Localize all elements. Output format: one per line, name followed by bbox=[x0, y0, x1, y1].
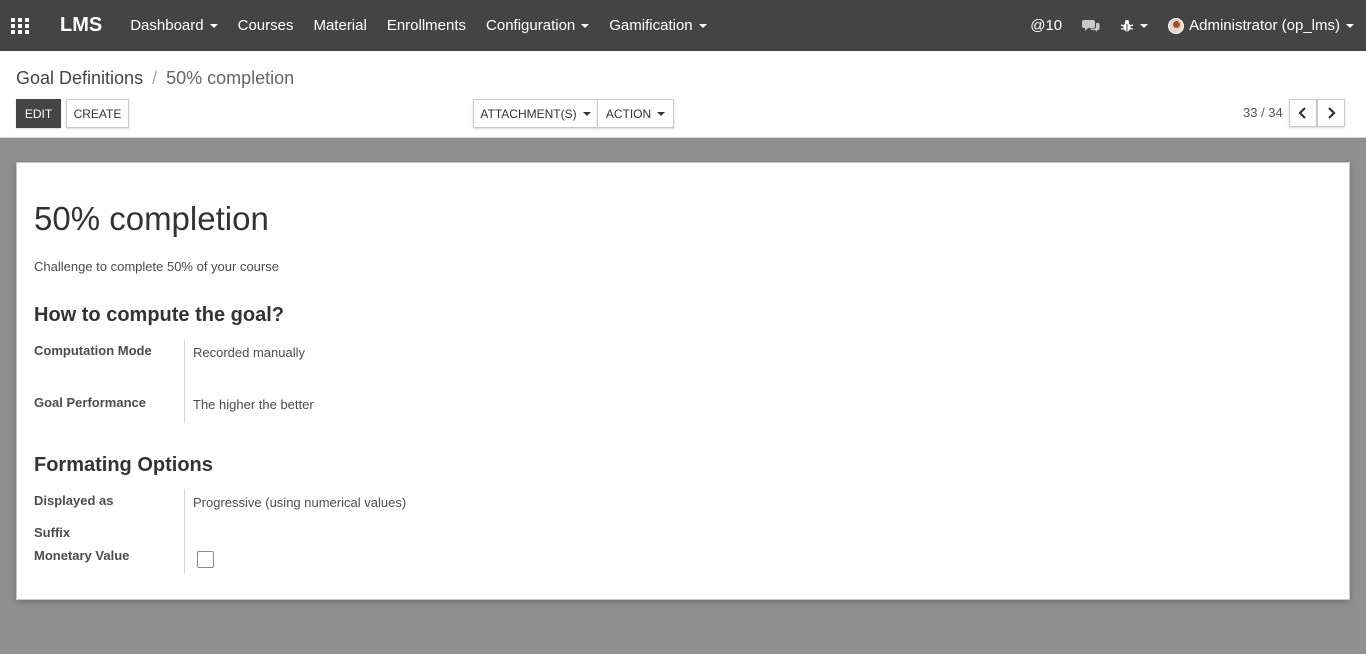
menu-enrollments[interactable]: Enrollments bbox=[377, 0, 476, 51]
goal-title: 50% completion bbox=[34, 200, 269, 237]
brand-title[interactable]: LMS bbox=[60, 14, 102, 37]
chevron-down-icon bbox=[1140, 23, 1149, 28]
pager-next-button[interactable] bbox=[1317, 99, 1345, 127]
chevron-right-icon bbox=[1328, 107, 1336, 119]
main-menu: Dashboard Courses Material Enrollments C… bbox=[120, 0, 716, 51]
field-divider bbox=[184, 339, 185, 423]
chat-bubbles-icon bbox=[1082, 19, 1100, 32]
bug-icon bbox=[1120, 19, 1134, 31]
section-formatting-title: Formating Options bbox=[34, 454, 213, 476]
action-button[interactable]: ACTION bbox=[597, 99, 674, 128]
chevron-down-icon bbox=[698, 23, 707, 28]
menu-configuration[interactable]: Configuration bbox=[476, 0, 599, 51]
section-compute-title: How to compute the goal? bbox=[34, 304, 284, 326]
displayed-as-value: Progressive (using numerical values) bbox=[193, 495, 407, 510]
edit-button[interactable]: EDIT bbox=[16, 99, 61, 128]
computation-mode-label: Computation Mode bbox=[34, 343, 152, 358]
field-divider bbox=[184, 489, 185, 574]
pager-value[interactable]: 33 / 34 bbox=[1243, 105, 1283, 120]
chevron-left-icon bbox=[1298, 107, 1306, 119]
menu-courses-label: Courses bbox=[237, 17, 294, 34]
breadcrumb-goal-definitions[interactable]: Goal Definitions bbox=[16, 68, 143, 89]
menu-enrollments-label: Enrollments bbox=[386, 17, 467, 34]
chevron-down-icon bbox=[582, 111, 591, 116]
breadcrumb: Goal Definitions / 50% completion bbox=[16, 68, 294, 89]
action-label: ACTION bbox=[605, 106, 652, 121]
menu-courses[interactable]: Courses bbox=[228, 0, 304, 51]
pager-previous-button[interactable] bbox=[1289, 99, 1317, 127]
attachments-label: ATTACHMENT(S) bbox=[480, 106, 577, 121]
menu-configuration-label: Configuration bbox=[486, 17, 576, 34]
monetary-value-checkbox[interactable] bbox=[197, 551, 214, 568]
goal-description: Challenge to complete 50% of your course bbox=[34, 259, 279, 274]
displayed-as-label: Displayed as bbox=[34, 493, 114, 508]
menu-material[interactable]: Material bbox=[303, 0, 376, 51]
mentions-count: 10 bbox=[1045, 17, 1063, 34]
chevron-down-icon bbox=[1346, 23, 1354, 28]
chevron-down-icon bbox=[581, 23, 590, 28]
menu-dashboard-label: Dashboard bbox=[130, 17, 204, 34]
at-icon: @ bbox=[1030, 17, 1046, 34]
attachments-button[interactable]: ATTACHMENT(S) bbox=[473, 99, 598, 128]
computation-mode-value: Recorded manually bbox=[193, 345, 306, 360]
chevron-down-icon bbox=[209, 23, 218, 28]
form-sheet: 50% completion Challenge to complete 50%… bbox=[16, 162, 1350, 600]
navbar-systray: @10 Administrator (op_lms) bbox=[1020, 0, 1366, 51]
messaging-button[interactable] bbox=[1072, 0, 1110, 51]
mentions-button[interactable]: @10 bbox=[1020, 0, 1072, 51]
debug-menu-button[interactable] bbox=[1110, 0, 1158, 51]
top-navbar: LMS Dashboard Courses Material Enrollmen… bbox=[0, 0, 1366, 51]
monetary-value-label: Monetary Value bbox=[34, 548, 130, 563]
menu-material-label: Material bbox=[313, 17, 367, 34]
apps-grid-icon[interactable] bbox=[0, 0, 40, 51]
avatar bbox=[1168, 17, 1185, 34]
user-name: Administrator (op_lms) bbox=[1189, 17, 1340, 34]
breadcrumb-current: 50% completion bbox=[166, 68, 295, 88]
suffix-label: Suffix bbox=[34, 525, 71, 540]
goal-performance-label: Goal Performance bbox=[34, 395, 146, 410]
breadcrumb-separator: / bbox=[152, 68, 158, 88]
control-panel: Goal Definitions / 50% completion EDIT C… bbox=[0, 51, 1366, 138]
create-button[interactable]: CREATE bbox=[66, 99, 129, 128]
user-menu[interactable]: Administrator (op_lms) bbox=[1158, 0, 1366, 51]
goal-performance-value: The higher the better bbox=[193, 397, 314, 412]
chevron-down-icon bbox=[657, 111, 666, 116]
menu-dashboard[interactable]: Dashboard bbox=[120, 0, 227, 51]
menu-gamification[interactable]: Gamification bbox=[599, 0, 716, 51]
menu-gamification-label: Gamification bbox=[609, 17, 693, 34]
